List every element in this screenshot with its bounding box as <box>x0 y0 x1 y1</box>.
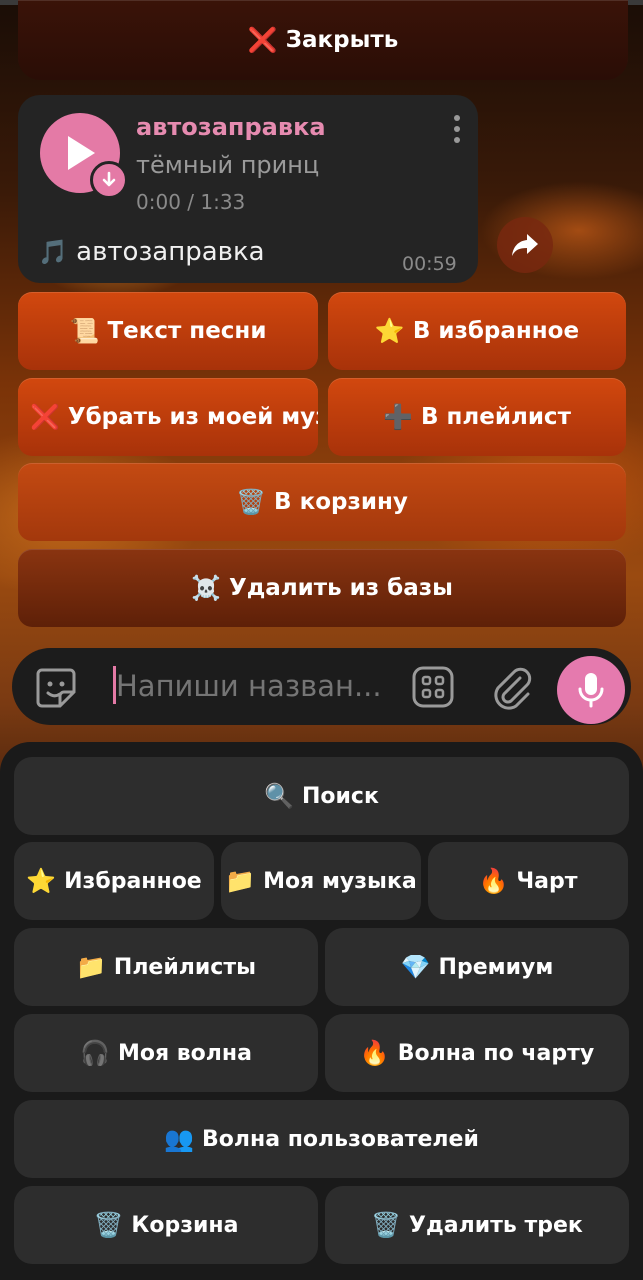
playlists-button[interactable]: 📁 Плейлисты <box>14 928 318 1006</box>
microphone-icon <box>578 673 604 708</box>
sticker-icon[interactable] <box>34 666 78 710</box>
trash-label: Корзина <box>131 1212 239 1238</box>
download-badge[interactable] <box>90 161 128 199</box>
reply-keyboard: 🔍 Поиск ⭐ Избранное 📁 Моя музыка 🔥 Чарт … <box>0 742 643 1280</box>
folder-icon: 📁 <box>225 867 256 895</box>
play-icon <box>68 136 95 170</box>
diamond-icon: 💎 <box>400 953 431 981</box>
lyrics-button[interactable]: 📜 Текст песни <box>18 292 318 370</box>
add-favorite-button[interactable]: ⭐ В избранное <box>328 292 626 370</box>
users-wave-label: Волна пользователей <box>202 1126 479 1152</box>
plus-icon: ➕ <box>383 403 413 431</box>
track-title: автозаправка <box>136 113 326 141</box>
skull-icon: ☠️ <box>191 574 221 602</box>
delete-from-db-label: Удалить из базы <box>228 575 453 601</box>
apps-grid-icon[interactable] <box>412 666 454 708</box>
add-to-playlist-label: В плейлист <box>420 404 571 430</box>
chart-button[interactable]: 🔥 Чарт <box>428 842 628 920</box>
remove-from-my-music-button[interactable]: ❌ Убрать из моей музыки <box>18 378 318 456</box>
scroll-icon: 📜 <box>69 317 100 345</box>
trash-icon: 🗑️ <box>236 488 267 516</box>
chart-wave-label: Волна по чарту <box>397 1040 595 1066</box>
star-icon: ⭐ <box>374 317 405 345</box>
lyrics-button-label: Текст песни <box>107 318 267 344</box>
track-artist: тёмный принц <box>136 151 320 179</box>
trash-icon: 🗑️ <box>371 1211 402 1239</box>
search-button-label: Поиск <box>301 783 379 809</box>
search-button[interactable]: 🔍 Поиск <box>14 757 629 835</box>
folder-icon: 📁 <box>76 953 106 981</box>
users-wave-button[interactable]: 👥 Волна пользователей <box>14 1100 629 1178</box>
download-arrow-icon <box>102 171 116 187</box>
my-wave-button[interactable]: 🎧 Моя волна <box>14 1014 318 1092</box>
close-button[interactable]: ❌ Закрыть <box>18 0 628 80</box>
favorites-button[interactable]: ⭐ Избранное <box>14 842 214 920</box>
message-input[interactable] <box>116 664 396 708</box>
fire-icon: 🔥 <box>359 1039 390 1067</box>
remove-from-my-music-label: Убрать из моей музыки <box>67 404 318 430</box>
fire-icon: 🔥 <box>478 867 509 895</box>
favorites-label: Избранное <box>64 868 202 894</box>
delete-from-db-button[interactable]: ☠️ Удалить из базы <box>18 549 626 627</box>
to-trash-button[interactable]: 🗑️ В корзину <box>18 463 626 541</box>
track-duration: 0:00 / 1:33 <box>136 190 246 214</box>
paperclip-icon[interactable] <box>490 664 534 710</box>
search-icon: 🔍 <box>264 782 294 810</box>
music-note-icon: 🎵 <box>38 238 68 266</box>
add-favorite-label: В избранное <box>412 318 580 344</box>
to-trash-label: В корзину <box>274 489 408 515</box>
delete-track-button[interactable]: 🗑️ Удалить трек <box>325 1186 629 1264</box>
share-arrow-icon <box>512 234 538 256</box>
premium-button[interactable]: 💎 Премиум <box>325 928 629 1006</box>
trash-icon: 🗑️ <box>93 1211 124 1239</box>
users-icon: 👥 <box>164 1125 195 1153</box>
message-input-bar[interactable] <box>12 648 631 725</box>
chart-wave-button[interactable]: 🔥 Волна по чарту <box>325 1014 629 1092</box>
my-music-button[interactable]: 📁 Моя музыка <box>221 842 421 920</box>
message-caption: 🎵 автозаправка <box>38 237 265 267</box>
audio-message-bubble[interactable]: автозаправка тёмный принц 0:00 / 1:33 🎵 … <box>18 95 478 283</box>
caption-text: автозаправка <box>76 237 265 267</box>
add-to-playlist-button[interactable]: ➕ В плейлист <box>328 378 626 456</box>
cross-icon: ❌ <box>247 26 278 54</box>
playlists-label: Плейлисты <box>113 954 256 980</box>
close-button-label: Закрыть <box>285 27 399 53</box>
microphone-button[interactable] <box>557 656 625 724</box>
delete-track-label: Удалить трек <box>409 1212 583 1238</box>
my-music-label: Моя музыка <box>263 868 417 894</box>
headphones-icon: 🎧 <box>80 1039 110 1067</box>
trash-button[interactable]: 🗑️ Корзина <box>14 1186 318 1264</box>
chart-label: Чарт <box>516 868 578 894</box>
my-wave-label: Моя волна <box>117 1040 252 1066</box>
cross-icon: ❌ <box>30 403 60 431</box>
more-options-icon[interactable] <box>452 115 462 149</box>
star-icon: ⭐ <box>26 867 57 895</box>
share-button[interactable] <box>497 217 553 273</box>
premium-label: Премиум <box>438 954 554 980</box>
message-time: 00:59 <box>402 253 457 275</box>
